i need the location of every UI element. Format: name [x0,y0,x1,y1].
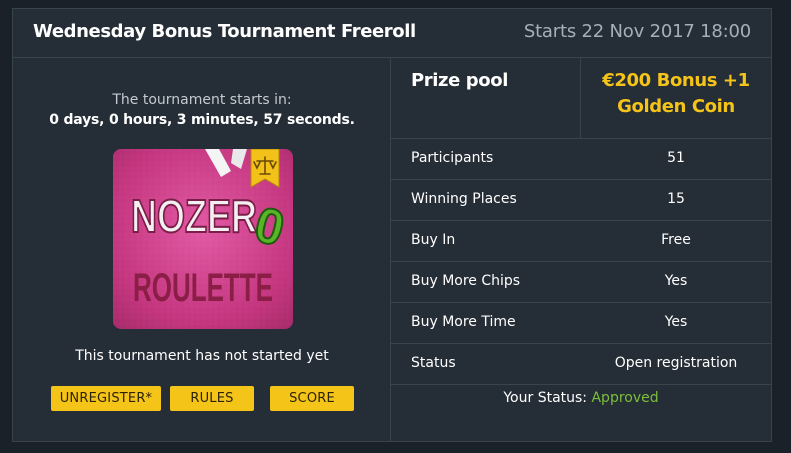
prize-pool-value: €200 Bonus +1 Golden Coin [581,68,771,120]
your-status-label: Your Status: [503,390,588,406]
detail-value: Yes [664,314,688,330]
detail-row-buy-in: Buy In Free [391,221,771,262]
tournament-status-text: This tournament has not started yet [75,348,329,364]
your-status: Your Status: Approved [391,390,771,406]
countdown-label: The tournament starts in: [112,92,292,108]
game-logo-image: NOZER 0 ROULETTE [113,149,293,329]
detail-label: Status [411,355,456,371]
tournament-header: Wednesday Bonus Tournament Freeroll Star… [13,9,771,58]
prize-pool-label: Prize pool [411,70,508,91]
rules-button[interactable]: RULES [170,386,254,411]
detail-row-participants: Participants 51 [391,139,771,180]
detail-row-status: Status Open registration [391,344,771,385]
tournament-info-column: The tournament starts in: 0 days, 0 hour… [13,58,391,441]
logo-word-nozero: NOZER [131,190,257,242]
detail-label: Buy In [411,232,456,248]
prize-value-line2: Golden Coin [617,96,735,117]
logo-word-roulette: ROULETTE [133,266,273,310]
detail-value: Open registration [614,355,738,371]
detail-value: 51 [667,150,685,166]
detail-row-buy-more-chips: Buy More Chips Yes [391,262,771,303]
detail-value: Free [661,232,691,248]
tournament-panel: Wednesday Bonus Tournament Freeroll Star… [12,8,772,442]
detail-value: 15 [667,191,685,207]
detail-label: Winning Places [411,191,517,207]
detail-row-buy-more-time: Buy More Time Yes [391,303,771,344]
detail-row-winning-places: Winning Places 15 [391,180,771,221]
score-button[interactable]: SCORE [270,386,354,411]
unregister-button[interactable]: UNREGISTER* [51,386,161,411]
prize-value-line1: €200 Bonus +1 [602,70,750,91]
prize-pool-row: Prize pool €200 Bonus +1 Golden Coin [391,58,771,139]
detail-label: Buy More Time [411,314,516,330]
detail-value: Yes [664,273,688,289]
nozero-roulette-logo-graphic: NOZER 0 ROULETTE [113,149,293,329]
detail-label: Buy More Chips [411,273,521,289]
countdown-value: 0 days, 0 hours, 3 minutes, 57 seconds. [49,112,355,128]
your-status-value: Approved [591,390,659,406]
tournament-details-column: Prize pool €200 Bonus +1 Golden Coin Par… [391,58,771,441]
tournament-title: Wednesday Bonus Tournament Freeroll [33,21,416,42]
detail-label: Participants [411,150,494,166]
start-datetime: Starts 22 Nov 2017 18:00 [523,21,751,42]
